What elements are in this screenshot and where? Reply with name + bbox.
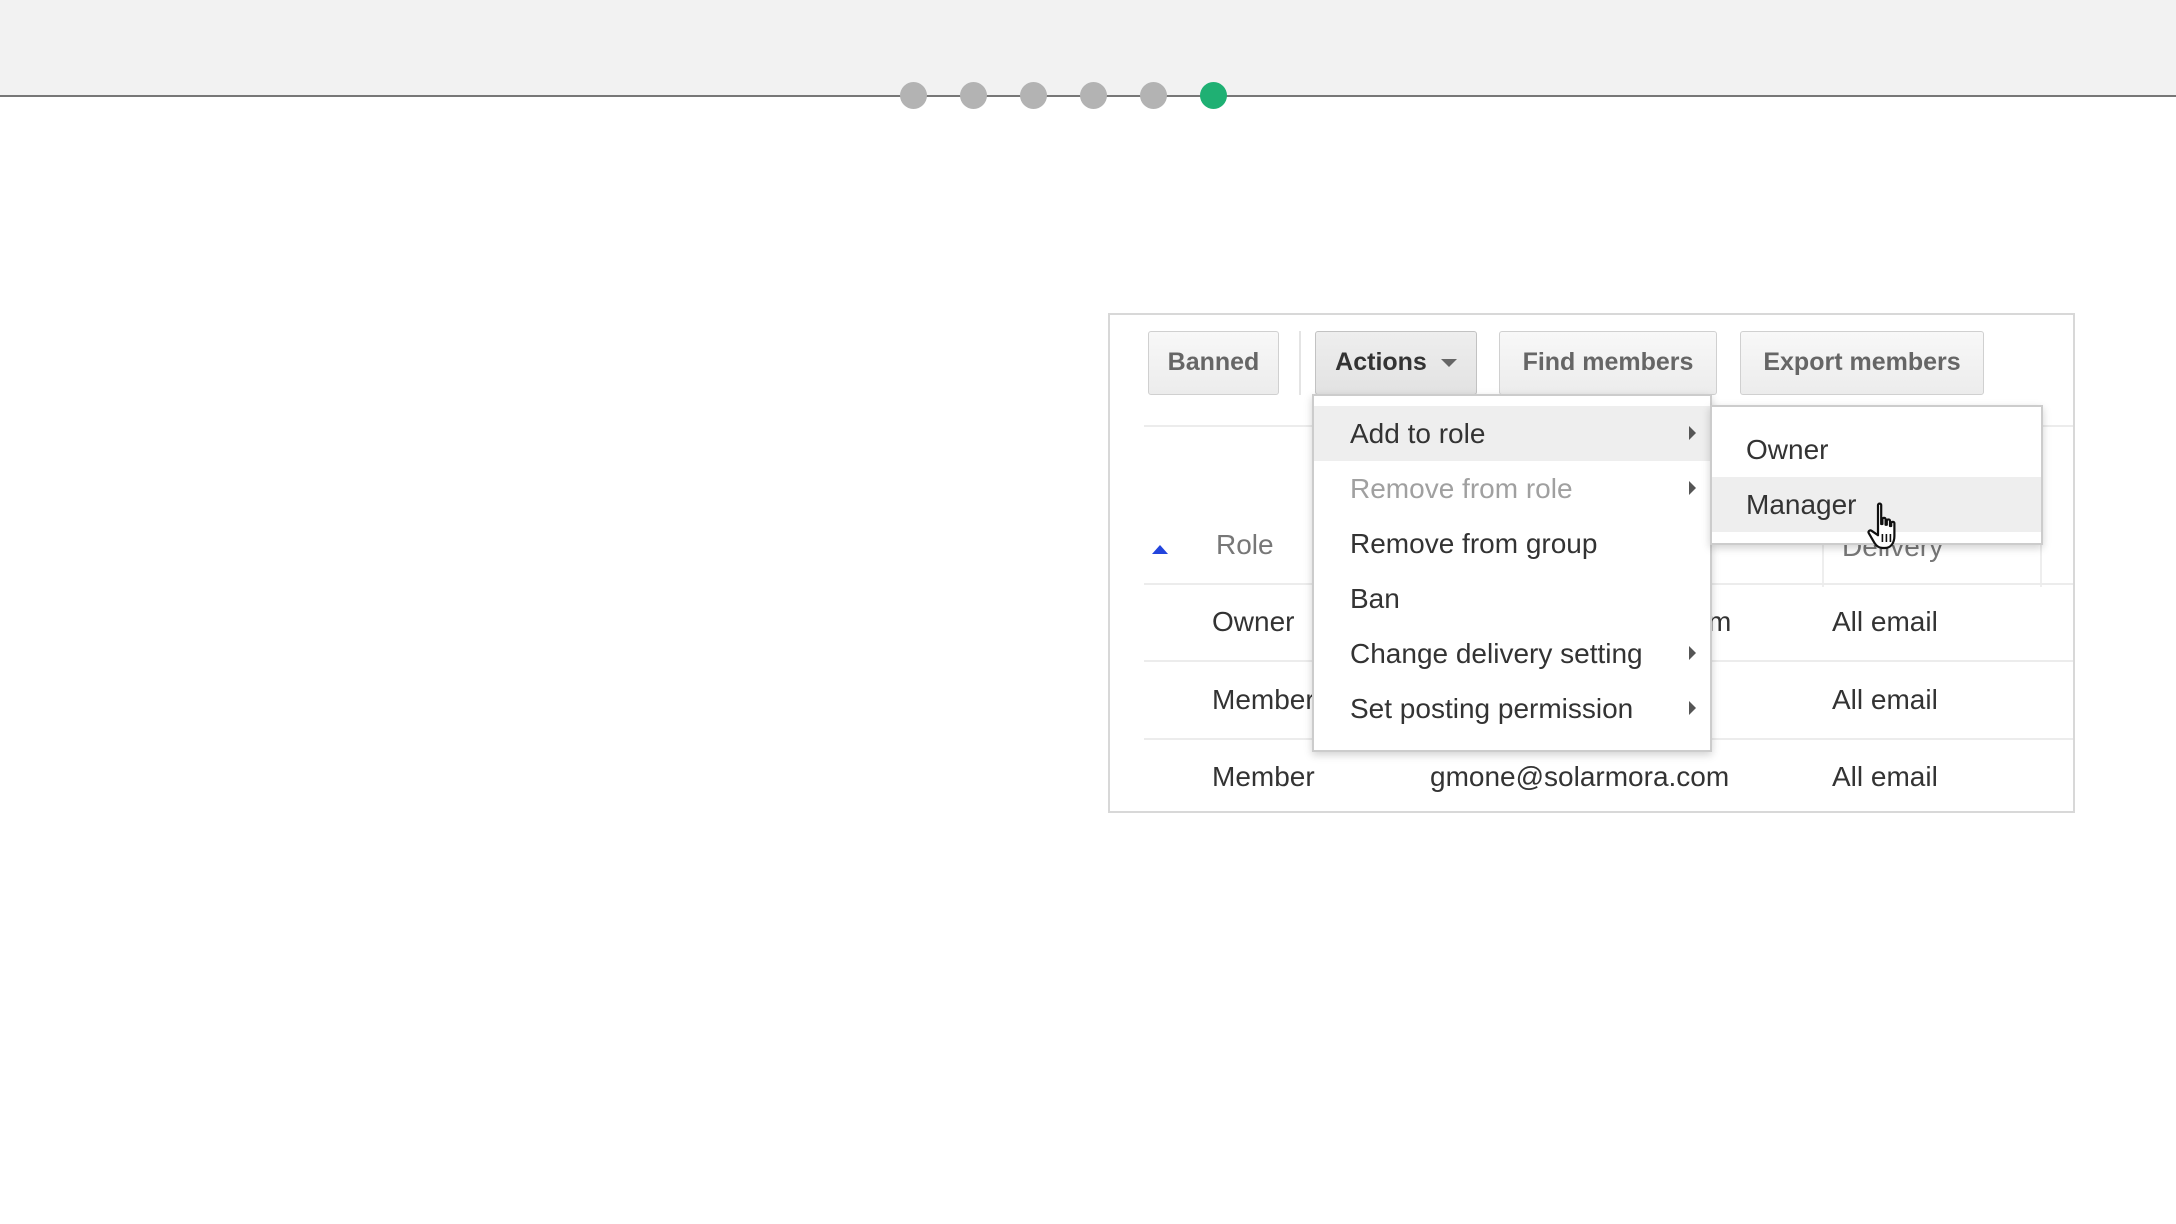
hand-pointer-icon: [1867, 502, 1896, 550]
find-members-label: Find members: [1522, 348, 1694, 376]
menu-item-label: Remove from role: [1350, 473, 1573, 504]
sort-ascending-icon[interactable]: [1152, 545, 1168, 554]
find-members-button[interactable]: Find members: [1499, 331, 1717, 395]
actions-menu: Add to role Remove from role Remove from…: [1312, 394, 1712, 752]
banned-button[interactable]: Banned: [1148, 331, 1279, 395]
row-2-delivery: All email: [1832, 684, 1938, 715]
menu-item-label: Remove from group: [1350, 528, 1598, 559]
progress-dot-3: [1020, 82, 1047, 109]
caret-down-icon: [1440, 359, 1457, 368]
role-column-header[interactable]: Role: [1216, 529, 1274, 561]
progress-dot-6-active: [1200, 82, 1227, 109]
menu-item-remove-from-group[interactable]: Remove from group: [1314, 516, 1710, 571]
progress-dot-4: [1080, 82, 1107, 109]
chevron-right-icon: [1689, 481, 1696, 495]
row-1-role: Owner: [1212, 606, 1295, 637]
export-members-button[interactable]: Export members: [1740, 331, 1984, 395]
menu-item-remove-from-role[interactable]: Remove from role: [1314, 461, 1710, 516]
menu-item-label: Change delivery setting: [1350, 638, 1643, 669]
chevron-right-icon: [1689, 701, 1696, 715]
progress-indicator: [900, 82, 1227, 110]
menu-item-label: Add to role: [1350, 418, 1486, 449]
progress-dot-5: [1140, 82, 1167, 109]
banned-button-label: Banned: [1167, 348, 1260, 376]
chevron-right-icon: [1689, 646, 1696, 660]
menu-item-set-posting-permission[interactable]: Set posting permission: [1314, 681, 1710, 736]
menu-item-ban[interactable]: Ban: [1314, 571, 1710, 626]
row-3-delivery: All email: [1832, 761, 1938, 792]
row-3-role: Member: [1212, 761, 1315, 792]
submenu-item-label: Manager: [1746, 489, 1857, 520]
progress-dot-1: [900, 82, 927, 109]
menu-item-change-delivery-setting[interactable]: Change delivery setting: [1314, 626, 1710, 681]
actions-button[interactable]: Actions: [1315, 331, 1477, 395]
toolbar-separator: [1299, 331, 1301, 395]
row-3-email: gmone@solarmora.com: [1430, 761, 1730, 792]
submenu-item-owner[interactable]: Owner: [1712, 422, 2041, 477]
row-2-role: Member: [1212, 684, 1315, 715]
menu-item-add-to-role[interactable]: Add to role: [1314, 406, 1710, 461]
menu-item-label: Set posting permission: [1350, 693, 1634, 724]
actions-button-label: Actions: [1335, 348, 1427, 376]
export-members-label: Export members: [1763, 348, 1961, 376]
submenu-item-label: Owner: [1746, 434, 1829, 465]
row-1-delivery: All email: [1832, 606, 1938, 637]
progress-dot-2: [960, 82, 987, 109]
menu-item-label: Ban: [1350, 583, 1400, 614]
chevron-right-icon: [1689, 426, 1696, 440]
